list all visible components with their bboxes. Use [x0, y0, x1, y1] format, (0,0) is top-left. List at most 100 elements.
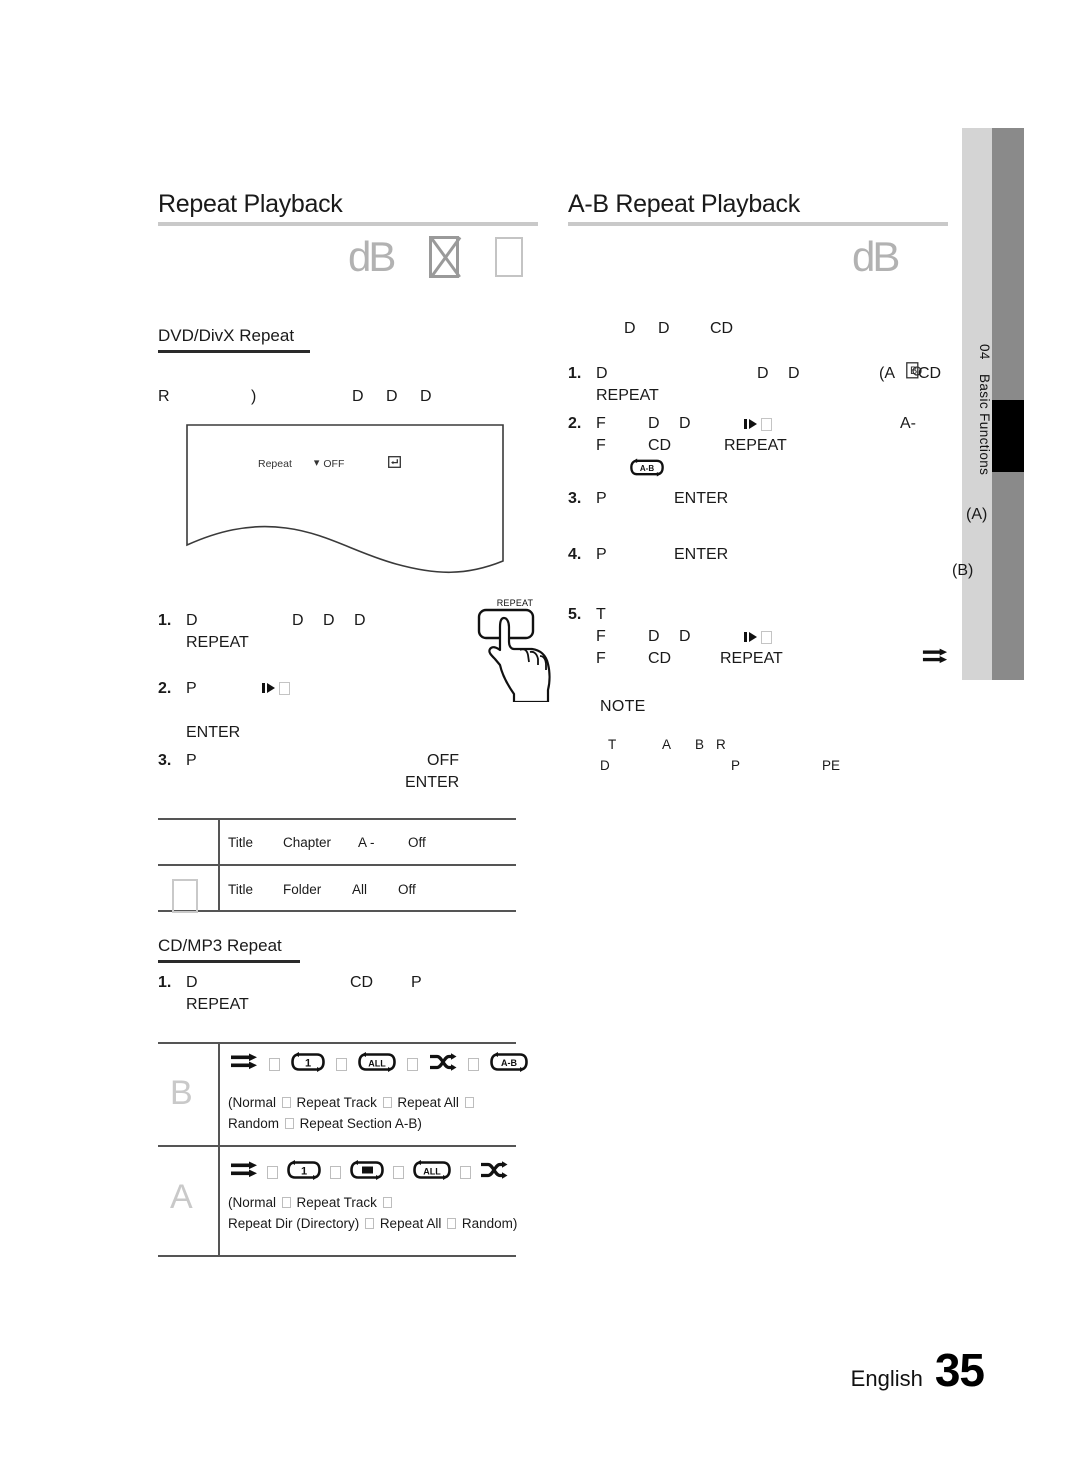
tab-annotation-a: (A): [966, 506, 988, 523]
dvd-divx-repeat-subheading: DVD/DivX Repeat: [158, 326, 295, 345]
mode-caption-b-normal: (Normal: [228, 1095, 277, 1110]
chapter-tab-number: 04: [977, 344, 992, 361]
right-step-1-frag-d1: D: [596, 365, 608, 382]
left-step-1-frag-d2: D: [292, 612, 304, 629]
normal-arrows-icon: [230, 1053, 258, 1076]
left-step-3-number: 3.: [158, 752, 172, 769]
left-step-3-off-label: OFF: [427, 752, 459, 769]
hand-pressing-button-icon: [477, 608, 551, 704]
intro-fragment-d2: D: [386, 388, 398, 405]
right-step-5-frag-t: T: [596, 606, 606, 623]
right-step-5-frag-cd: CD: [648, 650, 672, 667]
left-table1-rule-top: [158, 818, 516, 820]
intro-fragment-d3: D: [420, 388, 432, 405]
mode-caption-a-normal: (Normal: [228, 1195, 277, 1210]
svg-text:ALL: ALL: [423, 1167, 441, 1177]
left-table1-r1-c2: Chapter: [283, 835, 332, 850]
play-stop-icon-left-step2: [262, 678, 290, 699]
right-step-5-number: 5.: [568, 606, 582, 623]
right-step-1-frag-paren-a: (A: [879, 365, 895, 382]
right-step-4-number: 4.: [568, 546, 582, 563]
right-step-3-number: 3.: [568, 490, 582, 507]
repeat-dir-icon: [350, 1160, 384, 1185]
caption-separator-icon: [281, 1097, 291, 1108]
svg-text:1: 1: [301, 1166, 307, 1178]
repeat-track-icon: 1: [287, 1160, 321, 1185]
repeat-playback-heading: Repeat Playback: [158, 190, 343, 218]
osd-screen-illustration: Repeat ▾ OFF: [186, 424, 504, 576]
right-step-5-frag-d1: D: [648, 628, 660, 645]
osd-repeat-value: OFF: [323, 457, 345, 470]
left-step-2-frag-p: P: [186, 680, 197, 697]
svg-text:A-B: A-B: [501, 1058, 517, 1068]
left-table1-r2-c1: Title: [228, 882, 254, 897]
repeat-ab-icon: A-B: [490, 1052, 528, 1077]
mode-caption-a-all: Repeat All: [379, 1216, 442, 1231]
right-step-5-frag-f2: F: [596, 650, 606, 667]
left-step-2-enter-label: ENTER: [186, 724, 241, 741]
stop-box-icon: [761, 417, 772, 431]
note-frag-d: D: [600, 758, 610, 773]
cdmp3-step-1-number: 1.: [158, 974, 172, 991]
return-enter-icon: [388, 456, 402, 471]
mode-icons-row-b: 1 ALL A-B: [230, 1052, 528, 1077]
dvd-divx-repeat-rule: [158, 350, 310, 353]
repeat-button-illustration: REPEAT: [474, 598, 558, 704]
left-table1-r2-c3: All: [352, 882, 368, 897]
left-step-1-frag-d4: D: [354, 612, 366, 629]
left-table2-badge-b: B: [170, 1074, 193, 1112]
svg-text:A-B: A-B: [640, 464, 654, 473]
cd-mp3-repeat-subheading: CD/MP3 Repeat: [158, 936, 282, 955]
cdmp3-step-1-frag-p: P: [411, 974, 422, 991]
left-step-3-enter-label: ENTER: [405, 774, 460, 791]
right-step-1-number: 1.: [568, 365, 582, 382]
right-step-2-frag-f1: F: [596, 415, 606, 432]
dvd-db-icon: dB: [852, 233, 900, 280]
mode-caption-a-dir: Repeat Dir (Directory): [228, 1216, 360, 1231]
ghost-box-icon-table1: [172, 879, 198, 913]
right-step-3-enter-label: ENTER: [674, 490, 729, 507]
right-step-2-repeat-label: REPEAT: [724, 437, 787, 454]
mode-separator-box-icon: [468, 1058, 479, 1071]
svg-text:ALL: ALL: [368, 1059, 386, 1069]
intro-fragment-paren: ): [251, 388, 257, 405]
mode-separator-box-icon: [407, 1058, 418, 1071]
right-disc-type-icons: dB: [852, 233, 900, 280]
left-table2-badge-a: A: [170, 1178, 193, 1216]
play-stop-icon-right-step2: [744, 414, 772, 435]
normal-arrows-icon: [230, 1161, 258, 1184]
left-table1-rule-mid: [158, 864, 516, 866]
mode-separator-box-icon: [460, 1166, 471, 1179]
repeat-playback-heading-rule: [158, 222, 538, 226]
note-title: NOTE: [600, 698, 646, 715]
mode-icons-row-a: 1 ALL: [230, 1160, 508, 1185]
stop-box-icon: [279, 681, 290, 695]
chapter-tab-text: 04 Basic Functions: [962, 128, 992, 680]
right-step-1-repeat-label: REPEAT: [596, 387, 659, 404]
mode-caption-a-random: Random): [461, 1216, 518, 1231]
up-down-arrow-icon: ▾: [313, 457, 320, 469]
repeat-all-icon: ALL: [413, 1160, 451, 1185]
repeat-button-caption: REPEAT: [496, 598, 534, 608]
right-intro-frag-d1: D: [624, 320, 636, 337]
right-step-2-frag-a-dash: A-: [900, 415, 916, 432]
note-frag-b: B: [695, 737, 705, 752]
mode-separator-box-icon: [330, 1166, 341, 1179]
chapter-tab-marker: [992, 400, 1024, 472]
mode-caption-b-ab: Repeat Section A-B): [299, 1116, 422, 1131]
left-step-3-frag-p: P: [186, 752, 197, 769]
left-table1-r2-c2: Folder: [283, 882, 322, 897]
normal-arrows-icon-right-step5: [922, 648, 948, 671]
chapter-tab-title: Basic Functions: [977, 374, 992, 476]
right-step-2-number: 2.: [568, 415, 582, 432]
stop-box-icon: [761, 630, 772, 644]
left-table1-r1-c4: Off: [408, 835, 426, 850]
note-frag-a: A: [662, 737, 672, 752]
right-step-4-frag-p: P: [596, 546, 607, 563]
repeat-track-icon: 1: [291, 1052, 325, 1077]
osd-repeat-row: Repeat ▾ OFF: [258, 456, 402, 471]
cd-mp3-repeat-rule: [158, 960, 300, 963]
crossed-box-icon: [429, 236, 460, 278]
caption-separator-icon: [284, 1118, 294, 1129]
mode-caption-b-random: Random: [228, 1116, 280, 1131]
